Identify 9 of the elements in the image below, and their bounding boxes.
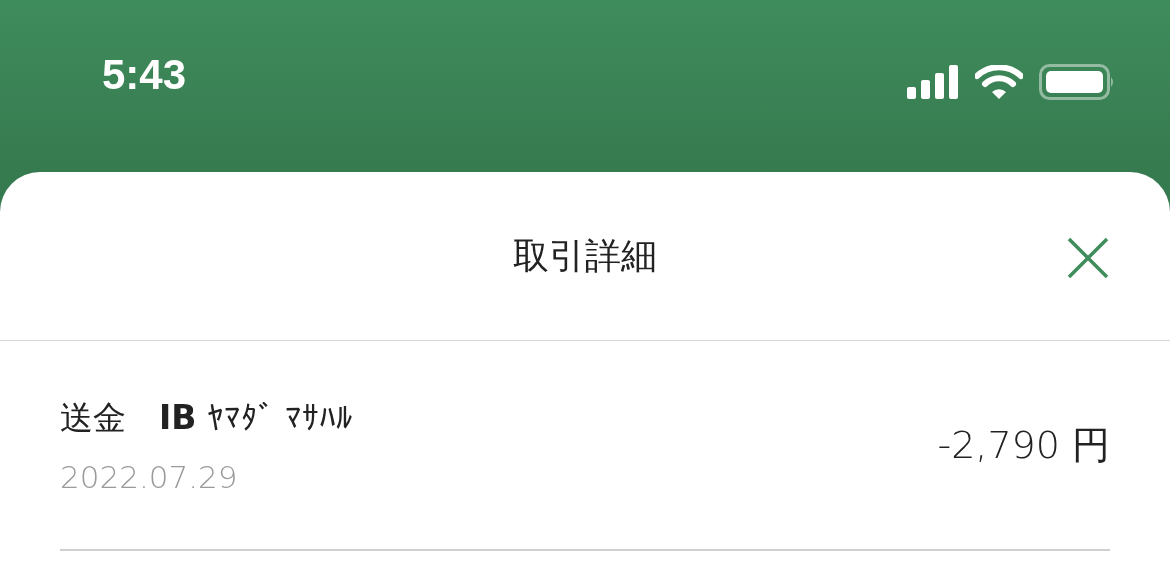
close-button[interactable] xyxy=(1066,236,1110,280)
sheet-title: 取引詳細 xyxy=(513,233,657,278)
transaction-description: 送金 IB ﾔﾏﾀﾞ ﾏｻﾊﾙ xyxy=(60,396,354,439)
transaction-amount: -2,790 円 xyxy=(937,421,1110,469)
transaction-date: 2022.07.29 xyxy=(60,458,239,495)
signal-icon xyxy=(907,65,959,99)
battery-icon xyxy=(1039,64,1115,100)
status-time: 5:43 xyxy=(102,50,187,100)
wifi-icon xyxy=(975,65,1023,99)
